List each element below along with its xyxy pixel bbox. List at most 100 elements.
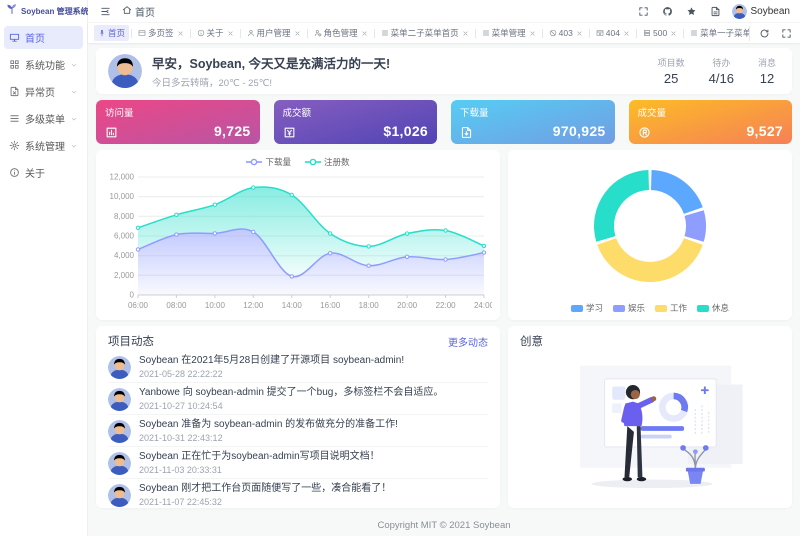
overview-stat-projects: 项目数 25 — [658, 56, 685, 86]
tab-menu1-sub[interactable]: 菜单一子菜单 — [686, 25, 749, 41]
sidebar-item-home[interactable]: 首页 — [4, 26, 83, 49]
greeting-card: 早安，Soybean, 今天又是充满活力的一天! 今日多云转晴，20℃ - 25… — [96, 48, 792, 94]
greeting-title: 早安，Soybean, 今天又是充满活力的一天! — [152, 57, 391, 71]
home-icon — [122, 5, 132, 14]
legend-label: 娱乐 — [627, 303, 645, 313]
close-icon[interactable] — [462, 30, 469, 37]
server-error-icon — [643, 30, 650, 36]
stat-card-label: 访问量 — [105, 108, 134, 119]
breadcrumb-label: 首页 — [135, 7, 155, 19]
overview-stat-value: 25 — [663, 71, 679, 86]
tab-label: 菜单二子菜单首页 — [390, 28, 459, 38]
close-icon[interactable] — [294, 30, 301, 37]
chevron-down-icon — [72, 117, 76, 120]
logo-icon — [6, 2, 18, 20]
sidebar-item-multi-menu[interactable]: 多级菜单 — [4, 107, 83, 130]
tab-user-manage[interactable]: 用户管理 — [243, 25, 305, 41]
dashboard-icon — [9, 33, 20, 42]
tab-about[interactable]: 关于 — [193, 25, 238, 41]
tab-role-manage[interactable]: 角色管理 — [310, 25, 372, 41]
avatar-image — [108, 420, 131, 443]
user-menu[interactable]: Soybean — [731, 3, 790, 19]
header-right: Soybean — [636, 3, 790, 19]
news-item-text: Soybean 准备为 soybean-admin 的发布做充分的准备工作! — [139, 419, 398, 430]
news-item-time: 2021-11-07 22:45:32 — [139, 497, 222, 507]
header: 首页 Soybean — [88, 0, 800, 22]
news-item-content: Soybean 准备为 soybean-admin 的发布做充分的准备工作! 2… — [139, 419, 398, 443]
menu-icon — [482, 30, 489, 36]
legend-label: 学习 — [585, 303, 603, 313]
tab-divider — [239, 28, 241, 38]
fullscreen-icon — [782, 28, 791, 38]
tab-multi-tab[interactable]: 多页签 — [134, 25, 188, 41]
news-item-text: Yanbowe 向 soybean-admin 提交了一个bug，多标签栏不会自… — [139, 387, 444, 398]
legend-item-downloads[interactable]: 下载量 — [246, 156, 291, 168]
legend-item-registrations[interactable]: 注册数 — [305, 156, 350, 168]
tab-menu2-sub-home[interactable]: 菜单二子菜单首页 — [377, 25, 473, 41]
legend-marker — [305, 158, 321, 166]
close-icon[interactable] — [623, 30, 630, 37]
line-area-chart: 0 2,000 4,000 6,000 8,000 10,000 12,000 06:00 08… — [110, 173, 492, 311]
creativity-body — [520, 351, 780, 506]
close-icon[interactable] — [361, 30, 368, 37]
chevron-down-icon — [72, 144, 76, 147]
svg-text:14:00: 14:00 — [282, 301, 303, 310]
sidebar-item-about[interactable]: 关于 — [4, 161, 83, 184]
donut-slice-study — [651, 170, 703, 214]
stat-card-bottom: 9,725 — [105, 123, 251, 139]
app-root: Soybean 管理系统 首页 系统功能 异常页 多级菜单 系统管理 关于 首页 Soyb… — [0, 0, 800, 536]
pie-legend-item-work[interactable]: 工作 — [655, 302, 687, 314]
pie-legend-item-study[interactable]: 学习 — [570, 302, 603, 314]
avatar-image — [108, 484, 131, 507]
collapse-icon — [101, 7, 110, 15]
tab-label: 用户管理 — [256, 28, 291, 38]
user-icon — [247, 30, 254, 37]
docs-button[interactable] — [708, 4, 723, 19]
tab-404[interactable]: 404 — [592, 26, 634, 40]
sidebar-item-exception[interactable]: 异常页 — [4, 80, 83, 103]
avatar — [108, 356, 131, 379]
logo[interactable]: Soybean 管理系统 — [0, 0, 89, 22]
refresh-tab-button[interactable] — [757, 26, 772, 41]
close-icon[interactable] — [227, 30, 234, 37]
tab-menu-manage[interactable]: 菜单管理 — [478, 25, 540, 41]
menu-collapse-button[interactable] — [98, 4, 113, 19]
content-fullscreen-button[interactable] — [779, 26, 794, 41]
pie-legend-item-rest[interactable]: 休息 — [697, 302, 729, 314]
close-icon[interactable] — [670, 30, 677, 37]
stat-card-label: 下载量 — [460, 108, 489, 119]
close-icon[interactable] — [177, 30, 184, 37]
svg-text:20:00: 20:00 — [397, 301, 418, 310]
sidebar-item-features[interactable]: 系统功能 — [4, 53, 83, 76]
trademark-icon — [638, 127, 650, 138]
news-item-time: 2021-05-28 22:22:22 — [139, 369, 223, 379]
more-news-link[interactable]: 更多动态 — [448, 334, 488, 349]
tab-bar: 首页 多页签 关于 用户管理 角色管理 菜单二子菜单首页 菜单管理 403 404 500 菜单一子… — [88, 22, 800, 43]
pie-legend-item-entertainment[interactable]: 娱乐 — [612, 302, 645, 314]
stat-card-value: 9,527 — [746, 123, 783, 139]
svg-text:6,000: 6,000 — [114, 232, 135, 241]
fullscreen-button[interactable] — [636, 4, 651, 19]
news-item-time: 2021-11-03 20:33:31 — [139, 465, 222, 475]
tab-home[interactable]: 首页 — [94, 25, 130, 41]
close-icon[interactable] — [576, 30, 583, 37]
sidebar-item-management[interactable]: 系统管理 — [4, 134, 83, 157]
svg-text:4,000: 4,000 — [114, 251, 135, 260]
project-news-header: 项目动态 更多动态 — [108, 331, 488, 351]
tabs: 首页 多页签 关于 用户管理 角色管理 菜单二子菜单首页 菜单管理 403 404 500 菜单一子… — [94, 25, 749, 41]
theme-button[interactable] — [684, 4, 699, 19]
copyright-text: Copyright MIT © 2021 Soybean — [377, 519, 511, 531]
donut-slice-rest — [594, 170, 649, 242]
tab-divider — [189, 28, 191, 38]
close-icon[interactable] — [529, 30, 536, 37]
refresh-icon — [760, 29, 769, 37]
stat-card-value: 9,725 — [213, 123, 251, 139]
news-item-text: Soybean 刚才把工作台页面随便写了一些，凑合能看了！ — [139, 483, 392, 494]
breadcrumb[interactable]: 首页 — [122, 4, 155, 19]
stat-card-deals: 成交量 9,527 — [628, 100, 792, 144]
stat-card-bottom: $1,026 — [283, 123, 429, 139]
tab-403[interactable]: 403 — [545, 26, 587, 40]
tab-500[interactable]: 500 — [639, 26, 681, 40]
github-button[interactable] — [660, 4, 675, 19]
pie-chart-card: 学习 娱乐 工作 休息 — [508, 150, 792, 320]
